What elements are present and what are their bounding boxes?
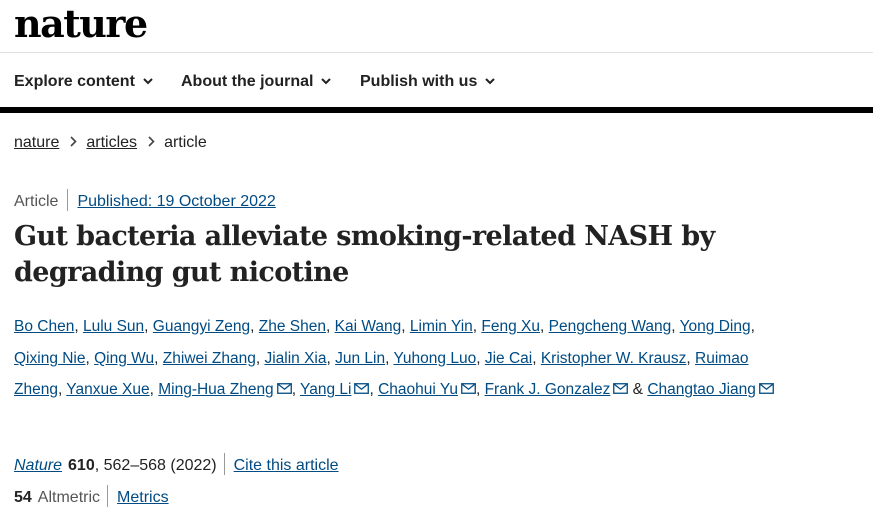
author-link[interactable]: Kai Wang	[335, 318, 402, 335]
chevron-right-icon	[70, 134, 78, 152]
author-link[interactable]: Jialin Xia	[264, 350, 326, 367]
chevron-down-icon	[321, 72, 332, 90]
author-link[interactable]: Lulu Sun	[83, 318, 144, 335]
nav-label: Publish with us	[360, 73, 478, 90]
altmetric-label: Altmetric	[37, 489, 101, 506]
breadcrumb: nature articles article	[14, 134, 207, 152]
nav-about-journal[interactable]: About the journal	[181, 72, 332, 91]
author-link[interactable]: Bo Chen	[14, 318, 74, 335]
author-link[interactable]: Yong Ding	[680, 318, 751, 335]
citation-line: Nature 610, 562–568 (2022) Cite this artic…	[14, 453, 339, 476]
author-link[interactable]: Ming-Hua Zheng	[158, 381, 273, 398]
author-link[interactable]: Frank J. Gonzalez	[485, 381, 611, 398]
envelope-icon[interactable]	[354, 374, 370, 395]
nav-label: About the journal	[181, 73, 314, 90]
metrics-link[interactable]: Metrics	[117, 489, 169, 506]
pages-year: , 562–568 (2022)	[94, 457, 217, 474]
author-link[interactable]: Yuhong Luo	[393, 350, 476, 367]
nav-explore-content[interactable]: Explore content	[14, 72, 153, 91]
nav-label: Explore content	[14, 73, 135, 90]
nav-divider	[0, 107, 873, 113]
cite-this-article-link[interactable]: Cite this article	[234, 457, 339, 474]
altmetric-score: 54	[14, 489, 32, 506]
chevron-down-icon	[143, 72, 153, 90]
volume-number: 610	[68, 457, 95, 474]
author-link[interactable]: Yang Li	[300, 381, 351, 398]
author-link[interactable]: Guangyi Zeng	[153, 318, 250, 335]
nav-publish-with-us[interactable]: Publish with us	[360, 72, 496, 91]
author-link[interactable]: Zhiwei Zhang	[163, 350, 256, 367]
journal-link[interactable]: Nature	[14, 457, 62, 474]
author-link[interactable]: Limin Yin	[410, 318, 473, 335]
author-link[interactable]: Kristopher W. Krausz	[541, 350, 687, 367]
author-link[interactable]: Jie Cai	[485, 350, 532, 367]
article-title: Gut bacteria alleviate smoking-related N…	[14, 221, 715, 288]
envelope-icon[interactable]	[276, 374, 292, 395]
author-link[interactable]: Qing Wu	[94, 350, 154, 367]
published-date-link[interactable]: Published: 19 October 2022	[77, 193, 275, 210]
author-link[interactable]: Yanxue Xue	[66, 381, 149, 398]
divider	[67, 189, 69, 211]
article-meta: Article Published: 19 October 2022	[14, 189, 276, 212]
author-link[interactable]: Changtao Jiang	[647, 381, 756, 398]
main-nav: Explore content About the journal Publis…	[0, 53, 873, 108]
envelope-icon[interactable]	[461, 374, 476, 395]
envelope-icon[interactable]	[613, 374, 629, 395]
divider	[223, 453, 225, 475]
site-header: nature	[0, 0, 873, 53]
breadcrumb-link-articles[interactable]: articles	[86, 134, 137, 151]
author-link[interactable]: Zhe Shen	[259, 318, 326, 335]
author-list: Bo Chen, Lulu Sun, Guangyi Zeng, Zhe She…	[14, 311, 794, 406]
envelope-icon[interactable]	[759, 374, 774, 395]
nature-logo[interactable]: nature	[14, 2, 148, 46]
article-type: Article	[14, 193, 59, 210]
author-link[interactable]: Feng Xu	[481, 318, 540, 335]
breadcrumb-current: article	[164, 134, 207, 151]
author-link[interactable]: Pengcheng Wang	[549, 318, 672, 335]
author-link[interactable]: Qixing Nie	[14, 350, 86, 367]
author-ampersand: &	[628, 381, 648, 399]
divider	[107, 485, 109, 507]
author-link[interactable]: Chaohui Yu	[378, 381, 458, 398]
chevron-right-icon	[148, 134, 155, 152]
author-link[interactable]: Jun Lin	[335, 350, 385, 367]
chevron-down-icon	[485, 72, 496, 90]
breadcrumb-link-nature[interactable]: nature	[14, 134, 59, 151]
altmetric-line: 54 Altmetric Metrics	[14, 485, 169, 508]
